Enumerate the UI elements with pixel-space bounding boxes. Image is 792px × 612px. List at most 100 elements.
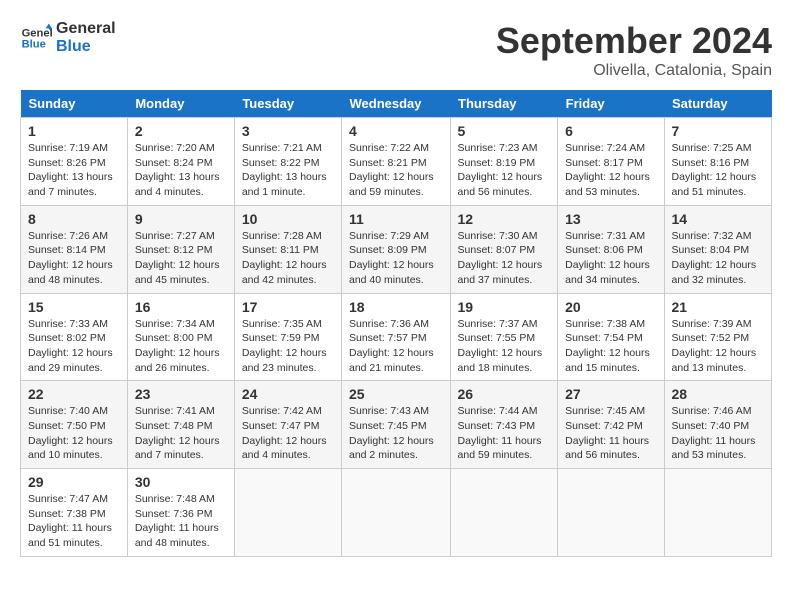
week-row-4: 22 Sunrise: 7:40 AM Sunset: 7:50 PM Dayli… (21, 381, 772, 469)
calendar-cell: 27 Sunrise: 7:45 AM Sunset: 7:42 PM Dayli… (558, 381, 664, 469)
calendar-cell (234, 469, 341, 557)
day-info: Sunrise: 7:37 AM Sunset: 7:55 PM Dayligh… (458, 317, 551, 376)
calendar-cell: 23 Sunrise: 7:41 AM Sunset: 7:48 PM Dayli… (127, 381, 234, 469)
calendar-cell: 5 Sunrise: 7:23 AM Sunset: 8:19 PM Daylig… (450, 118, 558, 206)
day-info: Sunrise: 7:38 AM Sunset: 7:54 PM Dayligh… (565, 317, 656, 376)
calendar-cell: 13 Sunrise: 7:31 AM Sunset: 8:06 PM Dayli… (558, 205, 664, 293)
calendar-cell (664, 469, 771, 557)
week-row-5: 29 Sunrise: 7:47 AM Sunset: 7:38 PM Dayli… (21, 469, 772, 557)
day-info: Sunrise: 7:33 AM Sunset: 8:02 PM Dayligh… (28, 317, 120, 376)
day-info: Sunrise: 7:31 AM Sunset: 8:06 PM Dayligh… (565, 229, 656, 288)
weekday-header-thursday: Thursday (450, 90, 558, 118)
calendar-cell: 20 Sunrise: 7:38 AM Sunset: 7:54 PM Dayli… (558, 293, 664, 381)
week-row-1: 1 Sunrise: 7:19 AM Sunset: 8:26 PM Daylig… (21, 118, 772, 206)
calendar-cell: 9Sunrise: 7:27 AM Sunset: 8:12 PM Daylig… (127, 205, 234, 293)
calendar-cell: 16Sunrise: 7:34 AM Sunset: 8:00 PM Dayli… (127, 293, 234, 381)
calendar-cell: 1 Sunrise: 7:19 AM Sunset: 8:26 PM Daylig… (21, 118, 128, 206)
day-number: 26 (458, 386, 551, 402)
day-number: 10 (242, 211, 334, 227)
day-number: 27 (565, 386, 656, 402)
svg-text:Blue: Blue (22, 38, 46, 50)
day-info: Sunrise: 7:44 AM Sunset: 7:43 PM Dayligh… (458, 404, 551, 463)
day-info: Sunrise: 7:48 AM Sunset: 7:36 PM Dayligh… (135, 492, 227, 551)
day-number: 17 (242, 299, 334, 315)
weekday-header-saturday: Saturday (664, 90, 771, 118)
calendar-cell: 17 Sunrise: 7:35 AM Sunset: 7:59 PM Dayli… (234, 293, 341, 381)
day-number: 13 (565, 211, 656, 227)
day-info: Sunrise: 7:30 AM Sunset: 8:07 PM Dayligh… (458, 229, 551, 288)
day-info: Sunrise: 7:24 AM Sunset: 8:17 PM Dayligh… (565, 141, 656, 200)
day-number: 19 (458, 299, 551, 315)
day-info: Sunrise: 7:39 AM Sunset: 7:52 PM Dayligh… (672, 317, 764, 376)
day-number: 11 (349, 211, 443, 227)
page-header: General Blue General Blue September 2024… (20, 20, 772, 80)
day-info: Sunrise: 7:46 AM Sunset: 7:40 PM Dayligh… (672, 404, 764, 463)
day-info: Sunrise: 7:47 AM Sunset: 7:38 PM Dayligh… (28, 492, 120, 551)
calendar-cell: 19 Sunrise: 7:37 AM Sunset: 7:55 PM Dayli… (450, 293, 558, 381)
title-block: September 2024 Olivella, Catalonia, Spai… (496, 20, 772, 80)
day-number: 25 (349, 386, 443, 402)
day-info: Sunrise: 7:22 AM Sunset: 8:21 PM Dayligh… (349, 141, 443, 200)
day-info: Sunrise: 7:41 AM Sunset: 7:48 PM Dayligh… (135, 404, 227, 463)
day-number: 8 (28, 211, 120, 227)
weekday-header-tuesday: Tuesday (234, 90, 341, 118)
location: Olivella, Catalonia, Spain (496, 62, 772, 80)
day-number: 7 (672, 123, 764, 139)
day-number: 20 (565, 299, 656, 315)
calendar-cell: 26 Sunrise: 7:44 AM Sunset: 7:43 PM Dayli… (450, 381, 558, 469)
day-info: Sunrise: 7:21 AM Sunset: 8:22 PM Dayligh… (242, 141, 334, 200)
logo-blue: Blue (56, 38, 116, 56)
calendar-cell: 12Sunrise: 7:30 AM Sunset: 8:07 PM Dayli… (450, 205, 558, 293)
weekday-header-wednesday: Wednesday (342, 90, 451, 118)
calendar-cell (450, 469, 558, 557)
day-info: Sunrise: 7:36 AM Sunset: 7:57 PM Dayligh… (349, 317, 443, 376)
day-number: 14 (672, 211, 764, 227)
calendar-cell: 6Sunrise: 7:24 AM Sunset: 8:17 PM Daylig… (558, 118, 664, 206)
day-info: Sunrise: 7:20 AM Sunset: 8:24 PM Dayligh… (135, 141, 227, 200)
calendar-cell: 7Sunrise: 7:25 AM Sunset: 8:16 PM Daylig… (664, 118, 771, 206)
day-info: Sunrise: 7:45 AM Sunset: 7:42 PM Dayligh… (565, 404, 656, 463)
day-number: 4 (349, 123, 443, 139)
day-info: Sunrise: 7:35 AM Sunset: 7:59 PM Dayligh… (242, 317, 334, 376)
calendar-cell: 28Sunrise: 7:46 AM Sunset: 7:40 PM Dayli… (664, 381, 771, 469)
day-info: Sunrise: 7:19 AM Sunset: 8:26 PM Dayligh… (28, 141, 120, 200)
day-number: 2 (135, 123, 227, 139)
logo-general: General (56, 20, 116, 38)
day-info: Sunrise: 7:40 AM Sunset: 7:50 PM Dayligh… (28, 404, 120, 463)
day-info: Sunrise: 7:28 AM Sunset: 8:11 PM Dayligh… (242, 229, 334, 288)
day-number: 23 (135, 386, 227, 402)
calendar-cell: 21Sunrise: 7:39 AM Sunset: 7:52 PM Dayli… (664, 293, 771, 381)
logo: General Blue General Blue (20, 20, 116, 55)
calendar-cell: 29 Sunrise: 7:47 AM Sunset: 7:38 PM Dayli… (21, 469, 128, 557)
day-number: 18 (349, 299, 443, 315)
calendar-cell: 22 Sunrise: 7:40 AM Sunset: 7:50 PM Dayli… (21, 381, 128, 469)
logo-icon: General Blue (20, 22, 52, 54)
calendar-cell: 14 Sunrise: 7:32 AM Sunset: 8:04 PM Dayli… (664, 205, 771, 293)
day-number: 29 (28, 474, 120, 490)
day-info: Sunrise: 7:32 AM Sunset: 8:04 PM Dayligh… (672, 229, 764, 288)
day-number: 22 (28, 386, 120, 402)
day-info: Sunrise: 7:23 AM Sunset: 8:19 PM Dayligh… (458, 141, 551, 200)
calendar-cell: 8Sunrise: 7:26 AM Sunset: 8:14 PM Daylig… (21, 205, 128, 293)
month-title: September 2024 (496, 20, 772, 62)
day-number: 16 (135, 299, 227, 315)
calendar-table: SundayMondayTuesdayWednesdayThursdayFrid… (20, 90, 772, 557)
calendar-cell: 4 Sunrise: 7:22 AM Sunset: 8:21 PM Daylig… (342, 118, 451, 206)
day-info: Sunrise: 7:27 AM Sunset: 8:12 PM Dayligh… (135, 229, 227, 288)
week-row-2: 8Sunrise: 7:26 AM Sunset: 8:14 PM Daylig… (21, 205, 772, 293)
calendar-cell (558, 469, 664, 557)
calendar-cell: 11Sunrise: 7:29 AM Sunset: 8:09 PM Dayli… (342, 205, 451, 293)
day-number: 15 (28, 299, 120, 315)
calendar-cell: 10 Sunrise: 7:28 AM Sunset: 8:11 PM Dayli… (234, 205, 341, 293)
calendar-cell: 18 Sunrise: 7:36 AM Sunset: 7:57 PM Dayli… (342, 293, 451, 381)
calendar-cell: 2 Sunrise: 7:20 AM Sunset: 8:24 PM Daylig… (127, 118, 234, 206)
day-number: 3 (242, 123, 334, 139)
weekday-header-friday: Friday (558, 90, 664, 118)
calendar-cell: 25Sunrise: 7:43 AM Sunset: 7:45 PM Dayli… (342, 381, 451, 469)
day-number: 5 (458, 123, 551, 139)
day-number: 1 (28, 123, 120, 139)
calendar-cell: 30Sunrise: 7:48 AM Sunset: 7:36 PM Dayli… (127, 469, 234, 557)
svg-text:General: General (22, 27, 52, 39)
week-row-3: 15 Sunrise: 7:33 AM Sunset: 8:02 PM Dayli… (21, 293, 772, 381)
weekday-header-monday: Monday (127, 90, 234, 118)
